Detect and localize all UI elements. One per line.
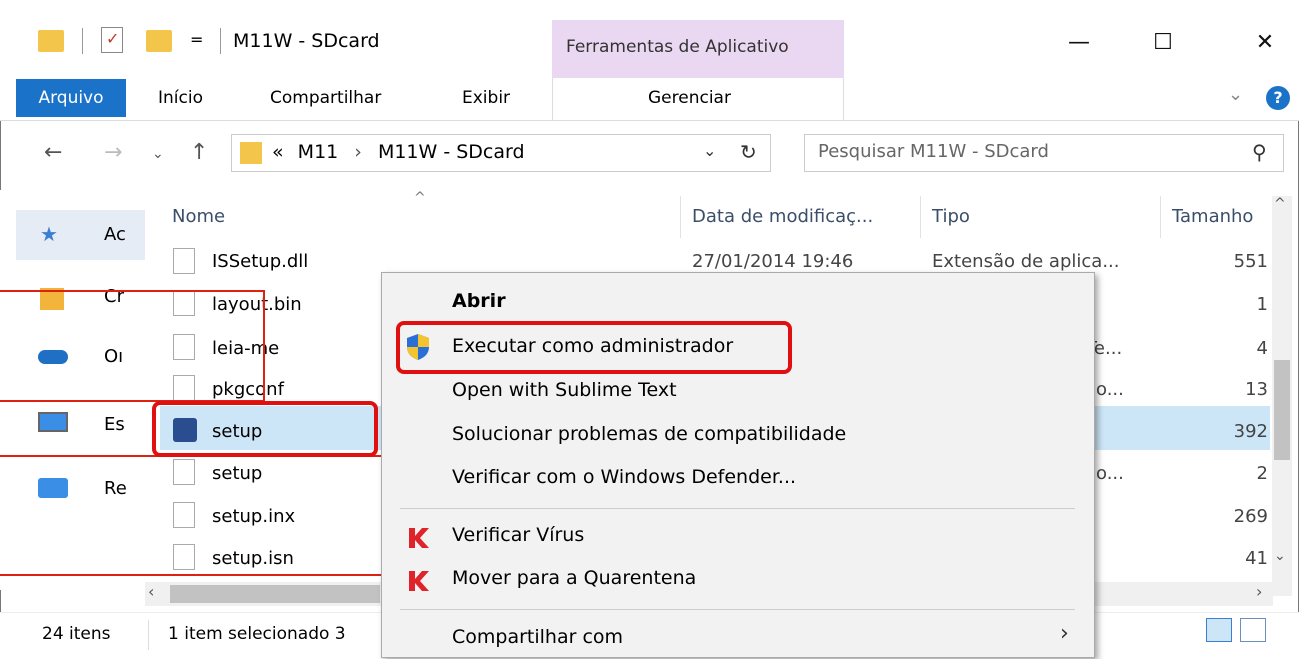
folder-icon [38, 30, 64, 52]
new-folder-icon[interactable] [146, 30, 172, 52]
recent-locations-icon[interactable]: ⌄ [152, 146, 164, 162]
column-divider[interactable] [1160, 196, 1161, 238]
menu-item-windows-defender[interactable]: Verificar com o Windows Defender... [452, 466, 796, 488]
submenu-arrow-icon: › [1060, 621, 1069, 646]
selection-count: 1 item selecionado 3 [168, 624, 346, 644]
star-icon: ★ [40, 222, 58, 246]
status-separator [148, 620, 149, 650]
menu-separator [400, 609, 1075, 610]
menu-item-share-with[interactable]: Compartilhar com [452, 626, 623, 648]
callout-line [0, 290, 265, 402]
context-group-label: Ferramentas de Aplicativo [566, 37, 789, 57]
column-header-date[interactable]: Data de modificaç... [692, 206, 873, 227]
address-dropdown-icon[interactable]: ⌄ [703, 141, 716, 160]
column-header-name[interactable]: Nome [172, 206, 225, 227]
tab-arquivo[interactable]: Arquivo [16, 79, 126, 117]
kaspersky-icon [409, 571, 429, 591]
up-arrow-icon[interactable]: ↑ [190, 140, 208, 165]
scrollbar-thumb[interactable] [170, 585, 380, 603]
menu-item-open-sublime[interactable]: Open with Sublime Text [452, 379, 677, 401]
this-pc-icon [38, 412, 68, 432]
search-icon[interactable]: ⚲ [1252, 140, 1267, 164]
file-size: 269 [1233, 506, 1268, 527]
scroll-up-icon[interactable]: ^ [1274, 196, 1286, 212]
sidebar-item-quick-access[interactable]: Ac [104, 224, 126, 245]
large-icons-view-icon[interactable] [1240, 618, 1266, 642]
menu-item-abrir[interactable]: Abrir [452, 290, 506, 312]
column-divider[interactable] [920, 196, 921, 238]
file-type: o... [1096, 463, 1124, 484]
tab-compartilhar[interactable]: Compartilhar [270, 78, 381, 118]
dll-icon [173, 248, 195, 274]
details-view-icon[interactable] [1206, 618, 1232, 642]
file-type: Extensão de aplica... [932, 251, 1120, 272]
file-date: 27/01/2014 19:46 [692, 251, 854, 272]
window-title: M11W - SDcard [233, 30, 380, 52]
file-size: 4 [1256, 338, 1268, 359]
menu-item-quarantine[interactable]: Mover para a Quarentena [452, 567, 696, 589]
breadcrumb-m11[interactable]: M11 [298, 141, 339, 163]
scroll-left-icon[interactable]: ‹ [148, 582, 154, 601]
forward-arrow-icon[interactable]: → [104, 140, 122, 165]
back-arrow-icon[interactable]: ← [44, 140, 62, 165]
toolbar-separator [220, 28, 221, 54]
menu-item-compat-troubleshoot[interactable]: Solucionar problemas de compatibilidade [452, 423, 846, 445]
sort-indicator: ^ [414, 190, 426, 206]
file-size: 551 [1233, 251, 1268, 272]
tab-exibir[interactable]: Exibir [462, 78, 510, 118]
column-header-size[interactable]: Tamanho [1172, 206, 1253, 227]
scrollbar-thumb[interactable] [1274, 360, 1290, 460]
breadcrumb-m11w-sdcard[interactable]: M11W - SDcard [378, 141, 525, 163]
column-divider[interactable] [680, 196, 681, 238]
properties-icon[interactable] [101, 27, 123, 53]
column-header-type[interactable]: Tipo [932, 206, 970, 227]
file-type: o... [1096, 379, 1124, 400]
scroll-right-icon[interactable]: › [1256, 582, 1262, 601]
item-count: 24 itens [42, 624, 111, 644]
folder-icon [240, 142, 262, 164]
maximize-button[interactable]: ☐ [1134, 22, 1192, 62]
file-name[interactable]: ISSetup.dll [212, 251, 308, 272]
file-size: 13 [1245, 379, 1268, 400]
highlight-setup-file [152, 401, 378, 457]
scroll-down-icon[interactable]: ⌄ [1274, 548, 1286, 564]
highlight-run-as-admin [396, 321, 792, 374]
breadcrumb-prefix[interactable]: « [272, 141, 284, 163]
kaspersky-icon [409, 528, 429, 548]
menu-item-scan-virus[interactable]: Verificar Vírus [452, 524, 584, 546]
toolbar-separator [82, 28, 83, 54]
breadcrumb[interactable]: « M11 › M11W - SDcard [272, 141, 525, 163]
menu-separator [400, 508, 1075, 509]
help-icon[interactable]: ? [1266, 86, 1290, 110]
breadcrumb-separator: › [354, 141, 362, 163]
file-size: 41 [1245, 548, 1268, 569]
chevron-down-icon[interactable]: ⌄ [1228, 84, 1243, 105]
tab-gerenciar[interactable]: Gerenciar [648, 78, 731, 118]
close-button[interactable]: ✕ [1236, 22, 1294, 62]
search-placeholder[interactable]: Pesquisar M11W - SDcard [818, 141, 1049, 162]
sidebar-item-this-pc[interactable]: Es [104, 414, 125, 435]
tab-inicio[interactable]: Início [158, 78, 203, 118]
minimize-button[interactable]: — [1050, 22, 1108, 62]
quick-access-dropdown[interactable]: = [190, 30, 203, 49]
file-size: 1 [1256, 294, 1268, 315]
file-size: 2 [1256, 463, 1268, 484]
file-size: 392 [1233, 421, 1268, 442]
refresh-icon[interactable]: ↻ [740, 140, 757, 164]
